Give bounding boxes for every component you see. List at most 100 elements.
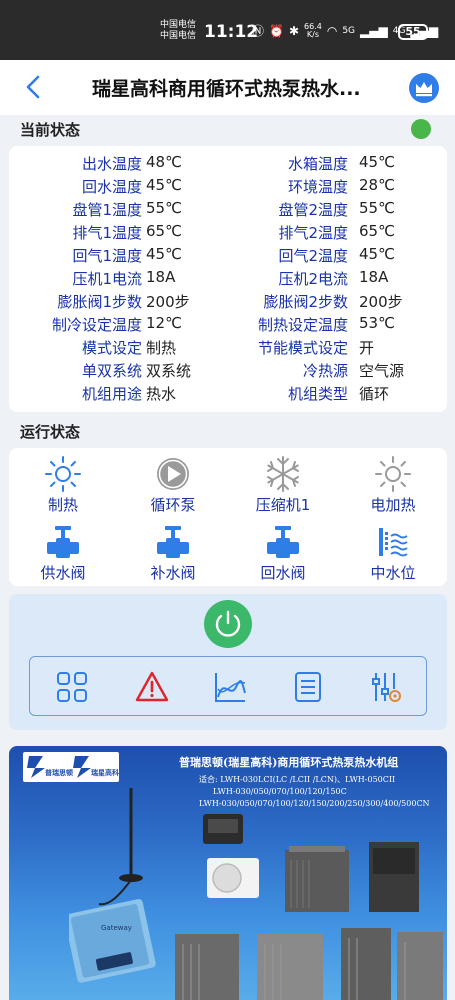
banner-models: 适合: LWH-030LCI(LC /LCII /LCN)、LWH-050CII… — [199, 774, 430, 810]
run-item-supply-valve: 供水阀 — [13, 522, 113, 583]
models-line: LWH-030/050/070/100/120/150C — [213, 787, 347, 796]
signal-1: 5G — [342, 25, 356, 36]
clock: 11:12 — [204, 22, 259, 42]
run-item-label: 电加热 — [370, 496, 416, 514]
banner-title: 普瑞思顿(瑞星高科)商用循环式热泵热水机组 — [179, 756, 399, 769]
control-panel — [9, 594, 447, 730]
wifi-icon: ◠ — [326, 23, 338, 38]
crown-icon[interactable] — [409, 73, 439, 103]
status-value: 53℃ — [359, 314, 395, 332]
valve-icon — [267, 526, 299, 558]
status-value: 18A — [146, 268, 176, 286]
status-value: 55℃ — [359, 199, 395, 217]
run-item-label: 回水阀 — [260, 564, 306, 582]
valve-icon — [157, 526, 189, 558]
status-value: 200步 — [359, 293, 403, 311]
status-value: 28℃ — [359, 176, 395, 194]
status-value: 45℃ — [359, 153, 395, 171]
heat-pump-row-illustration — [175, 928, 443, 1000]
status-label: 机组用途 — [81, 385, 142, 403]
status-row: 回水温度 45℃ 环境温度 28℃ — [9, 174, 447, 197]
status-row: 膨胀阀1步数 200步 膨胀阀2步数 200步 — [9, 289, 447, 312]
run-item-water-level: 中水位 — [343, 522, 443, 583]
status-value: 循环 — [359, 385, 390, 403]
brand-logo: 普瑞思顿 瑞星高科 — [23, 752, 119, 782]
valve-icon — [47, 526, 79, 558]
trend-chart-icon[interactable] — [212, 669, 248, 705]
status-label: 压机2电流 — [278, 270, 348, 288]
system-status-bar: 中国电信 中国电信 11:12 Ⓝ ⏰ ✱ 66.4 K/s ◠ 5G ▂▄▆ … — [0, 0, 455, 60]
top-navigation: 瑞星高科商用循环式热泵热水... — [0, 60, 455, 115]
snowflake-icon — [267, 456, 299, 492]
run-item-return-valve: 回水阀 — [233, 522, 333, 583]
product-banner-image: 普瑞思顿 瑞星高科 普瑞思顿(瑞星高科)商用循环式热泵热水机组 适合: LWH-… — [9, 746, 447, 1000]
run-item-label: 中水位 — [370, 564, 416, 582]
run-item-label: 补水阀 — [150, 564, 196, 582]
run-status-title: 运行状态 — [20, 423, 81, 441]
brand-name-2: 瑞星高科 — [91, 769, 119, 777]
small-heat-pump-illustration — [207, 858, 259, 898]
battery-indicator: 55 — [398, 24, 428, 40]
device-label: Gateway — [101, 924, 132, 932]
bluetooth-icon: ✱ — [288, 23, 300, 38]
status-label: 膨胀阀1步数 — [57, 293, 142, 311]
status-label: 环境温度 — [287, 178, 348, 196]
status-label: 压机1电流 — [72, 270, 142, 288]
heat-pump-units-illustration — [285, 842, 419, 912]
status-label: 回气1温度 — [72, 247, 142, 265]
brand-name-1: 普瑞思顿 — [45, 769, 73, 777]
status-label: 回水温度 — [81, 178, 142, 196]
status-label: 盘管2温度 — [278, 201, 348, 219]
status-value: 45℃ — [359, 245, 395, 263]
settings-sliders-icon[interactable] — [368, 669, 404, 705]
pump-play-icon — [157, 458, 189, 490]
sun-icon — [45, 456, 81, 492]
online-status-indicator — [411, 119, 431, 139]
run-item-circulation-pump: 循环泵 — [123, 454, 223, 515]
status-label: 机组类型 — [287, 385, 348, 403]
status-row: 机组用途 热水 机组类型 循环 — [9, 381, 447, 404]
status-value: 65℃ — [146, 222, 182, 240]
status-row: 压机1电流 18A 压机2电流 18A — [9, 266, 447, 289]
speed-unit: K/s — [306, 29, 319, 39]
status-label: 制冷设定温度 — [51, 316, 142, 334]
status-label: 制热设定温度 — [257, 316, 348, 334]
status-value: 开 — [359, 339, 375, 357]
status-row: 排气1温度 65℃ 排气2温度 65℃ — [9, 220, 447, 243]
run-item-label: 供水阀 — [40, 564, 86, 582]
nfc-icon: Ⓝ — [252, 24, 265, 38]
status-label: 单双系统 — [81, 362, 142, 380]
page-title: 瑞星高科商用循环式热泵热水... — [92, 78, 361, 100]
status-label: 模式设定 — [81, 339, 142, 357]
run-item-makeup-valve: 补水阀 — [123, 522, 223, 583]
status-value: 55℃ — [146, 199, 182, 217]
status-value: 45℃ — [146, 176, 182, 194]
status-value: 65℃ — [359, 222, 395, 240]
status-label: 排气1温度 — [72, 224, 142, 242]
run-item-label: 压缩机1 — [255, 496, 311, 514]
status-label: 盘管1温度 — [72, 201, 142, 219]
status-value: 18A — [359, 268, 389, 286]
carrier-labels: 中国电信 中国电信 — [160, 20, 196, 42]
back-arrow-icon[interactable] — [22, 74, 46, 100]
status-row: 单双系统 双系统 冷热源 空气源 — [9, 358, 447, 381]
run-item-label: 制热 — [47, 496, 78, 514]
heater-sun-icon — [375, 456, 411, 492]
status-label: 回气2温度 — [278, 247, 348, 265]
alarm-icon: ⏰ — [269, 23, 284, 38]
status-row: 盘管1温度 55℃ 盘管2温度 55℃ — [9, 197, 447, 220]
water-level-icon — [379, 528, 408, 557]
status-value: 制热 — [146, 339, 177, 357]
dashboard-grid-icon[interactable] — [54, 669, 90, 705]
status-value: 空气源 — [359, 362, 405, 380]
signal-bars-icon: ▂▄▆ — [360, 23, 388, 38]
status-label: 节能模式设定 — [257, 339, 348, 357]
alarm-warning-icon[interactable] — [134, 669, 170, 705]
document-list-icon[interactable] — [290, 669, 326, 705]
status-row: 模式设定 制热 节能模式设定 开 — [9, 335, 447, 358]
run-status-card: 制热 循环泵 压缩机1 电加热 供水阀 补水阀 回水阀 中水位 — [9, 448, 447, 586]
status-value: 双系统 — [146, 362, 192, 380]
function-toolbar — [29, 656, 427, 716]
status-value: 热水 — [146, 385, 177, 403]
power-button[interactable] — [204, 600, 252, 648]
